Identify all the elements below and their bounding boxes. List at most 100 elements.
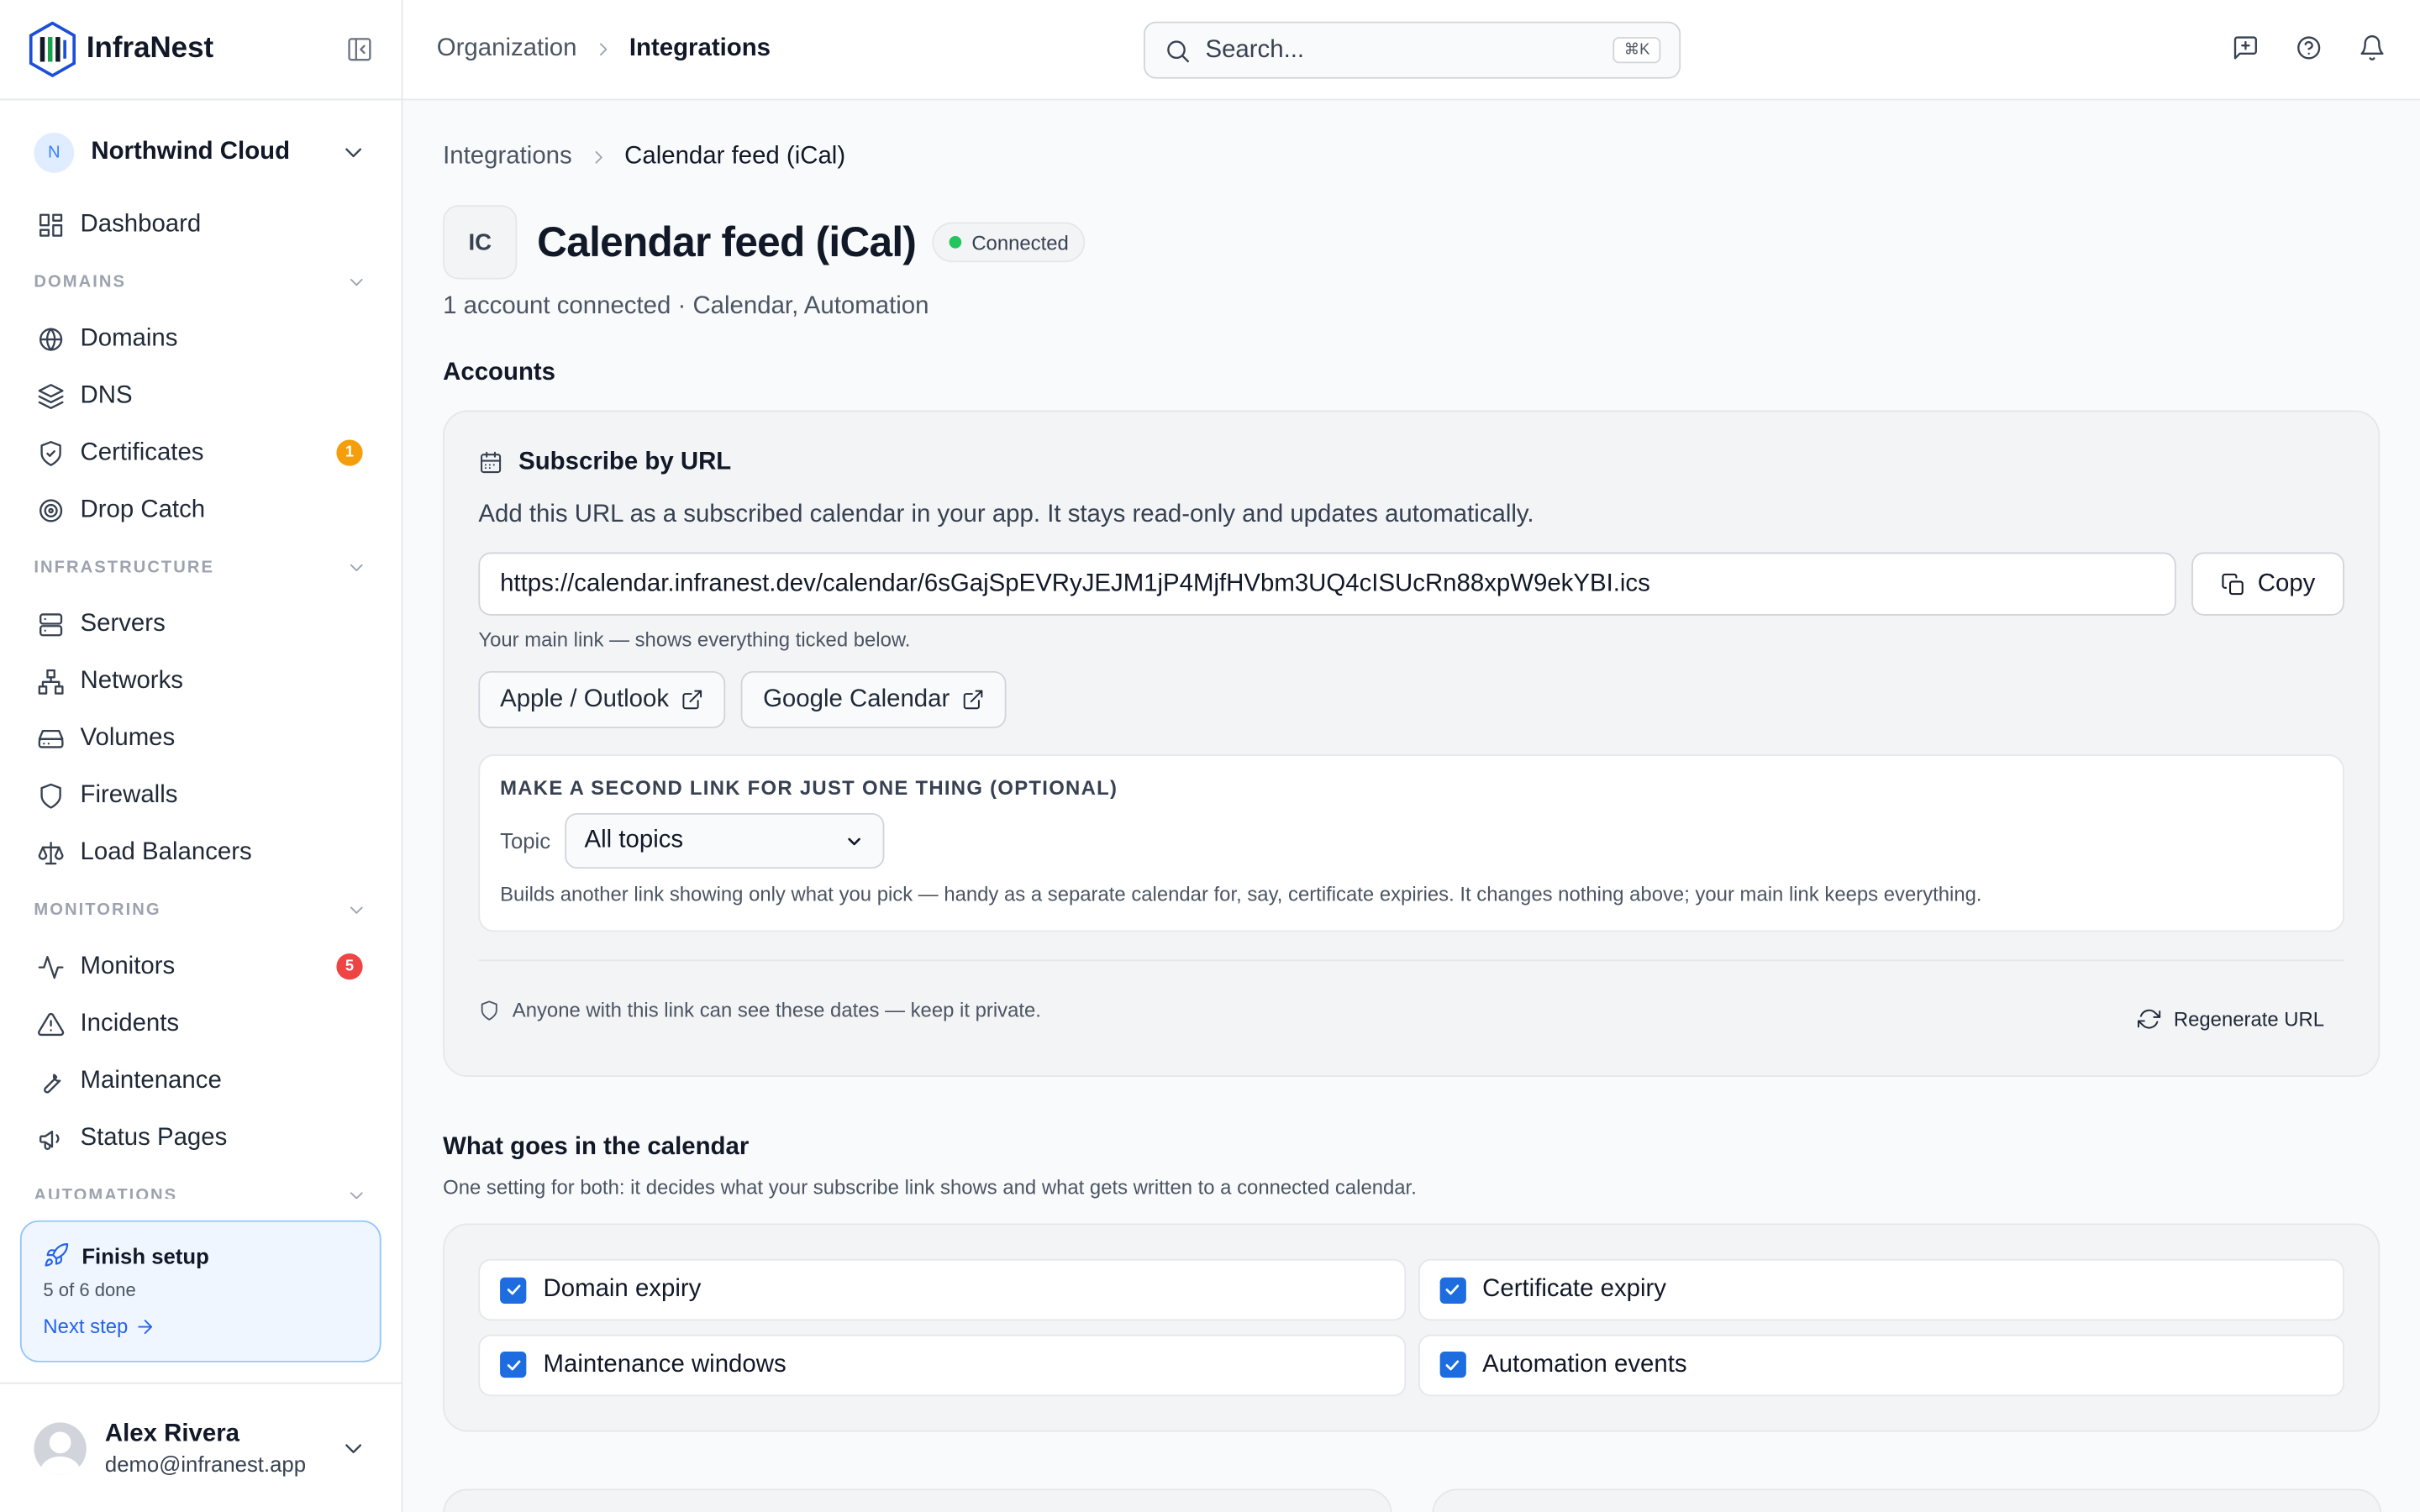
user-name: Alex Rivera — [104, 1420, 240, 1446]
sidebar-item-servers[interactable]: Servers — [0, 596, 402, 653]
megaphone-icon — [39, 1130, 60, 1150]
apple-outlook-button[interactable]: Apple / Outlook — [478, 670, 726, 728]
sidebar-item-certificates[interactable]: Certificates 1 — [0, 424, 402, 481]
search-placeholder: Search... — [1205, 36, 1305, 63]
sidebar-item-drop-catch[interactable]: Drop Catch — [0, 481, 402, 538]
checkbox-checked[interactable] — [500, 1276, 527, 1304]
copy-button[interactable]: Copy — [2191, 552, 2344, 616]
sidebar-item-maintenance[interactable]: Maintenance — [0, 1053, 402, 1110]
breadcrumb-organization[interactable]: Organization — [437, 35, 577, 63]
page-breadcrumb: Integrations Calendar feed (iCal) — [443, 144, 2380, 171]
network-icon — [38, 668, 64, 694]
chevron-down-icon — [350, 278, 363, 286]
help-icon[interactable] — [2295, 34, 2323, 61]
sidebar-item-monitors[interactable]: Monitors 5 — [0, 938, 402, 995]
option-automation-events[interactable]: Automation events — [1418, 1333, 2344, 1396]
option-label: Certificate expiry — [1482, 1275, 1667, 1303]
next-step-link[interactable]: Next step — [43, 1315, 358, 1337]
chevron-down-icon — [847, 837, 860, 845]
sidebar-item-label: Load Balancers — [80, 838, 252, 865]
section-automations[interactable]: AUTOMATIONS — [0, 1167, 402, 1199]
external-link-icon — [964, 690, 984, 710]
calendar-icon — [481, 451, 502, 474]
sidebar-item-dashboard[interactable]: Dashboard — [0, 196, 402, 253]
google-calendar-label: Google Calendar — [763, 685, 950, 712]
sidebar-nav: Dashboard DOMAINS Domains DNS Certificat… — [0, 196, 402, 1199]
arrow-right-icon — [138, 1319, 152, 1334]
sidebar-item-incidents[interactable]: Incidents — [0, 995, 402, 1053]
accounts-heading: Accounts — [443, 359, 556, 386]
activity-icon — [38, 955, 64, 979]
org-switcher[interactable]: N Northwind Cloud — [0, 114, 402, 192]
topic-label: Topic — [500, 828, 551, 853]
sidebar-item-status-pages[interactable]: Status Pages — [0, 1110, 402, 1167]
page-title: Calendar feed (iCal) — [537, 218, 917, 265]
sidebar-item-label: Networks — [80, 667, 183, 694]
regenerate-url-button[interactable]: Regenerate URL — [2138, 1007, 2325, 1031]
sidebar-item-firewalls[interactable]: Firewalls — [0, 767, 402, 824]
section-title: INFRASTRUCTURE — [34, 557, 215, 577]
sidebar-item-label: Monitors — [80, 953, 176, 979]
certificates-badge: 1 — [336, 439, 363, 466]
sidebar-item-volumes[interactable]: Volumes — [0, 710, 402, 767]
checkbox-checked[interactable] — [1439, 1351, 1465, 1378]
chevron-right-icon — [599, 43, 607, 56]
subscribe-description: Add this URL as a subscribed calendar in… — [478, 501, 1534, 528]
status-badge: Connected — [931, 222, 1086, 263]
subscribe-card: Subscribe by URL Add this URL as a subsc… — [443, 410, 2381, 1078]
calendar-contents-heading: What goes in the calendar — [443, 1133, 750, 1161]
lower-card-left — [443, 1488, 1392, 1512]
google-calendar-button[interactable]: Google Calendar — [741, 670, 1007, 728]
alert-triangle-icon — [38, 1012, 65, 1036]
brand-header: InfraNest — [0, 0, 402, 101]
option-label: Automation events — [1482, 1351, 1687, 1378]
user-menu[interactable]: Alex Rivera demo@infranest.app — [0, 1382, 402, 1512]
topic-select[interactable]: All topics — [564, 812, 884, 869]
sidebar-item-networks[interactable]: Networks — [0, 653, 402, 710]
breadcrumb-integrations-link[interactable]: Integrations — [443, 144, 572, 171]
copy-label: Copy — [2257, 570, 2316, 596]
sidebar-item-dns[interactable]: DNS — [0, 367, 402, 424]
option-label: Domain expiry — [543, 1275, 702, 1303]
search-icon — [1167, 39, 1189, 62]
external-link-icon — [683, 690, 702, 710]
section-infrastructure[interactable]: INFRASTRUCTURE — [0, 538, 402, 596]
feedback-icon[interactable] — [2232, 34, 2260, 61]
second-link-note: Builds another link showing only what yo… — [500, 882, 1982, 906]
sidebar-item-domains[interactable]: Domains — [0, 310, 402, 367]
option-maintenance-windows[interactable]: Maintenance windows — [478, 1333, 1406, 1396]
divider — [478, 959, 2344, 962]
chevron-down-icon — [350, 1191, 363, 1199]
refresh-icon — [2138, 1009, 2162, 1029]
option-label: Maintenance windows — [543, 1351, 786, 1378]
shield-icon — [481, 1000, 497, 1020]
second-link-panel: MAKE A SECOND LINK FOR JUST ONE THING (O… — [478, 754, 2344, 932]
org-name: Northwind Cloud — [91, 139, 291, 165]
target-icon — [39, 498, 63, 522]
section-monitoring[interactable]: MONITORING — [0, 881, 402, 938]
search-input[interactable]: Search... ⌘K — [1143, 21, 1681, 79]
sidebar: InfraNest N Northwind Cloud Dashboard DO… — [0, 0, 403, 1512]
sidebar-item-label: Dashboard — [80, 210, 202, 237]
breadcrumb: Organization Integrations — [437, 35, 771, 63]
bell-icon[interactable] — [2358, 34, 2386, 61]
chevron-down-icon — [345, 148, 362, 158]
regenerate-label: Regenerate URL — [2173, 1007, 2325, 1031]
second-link-heading: MAKE A SECOND LINK FOR JUST ONE THING (O… — [500, 775, 1118, 800]
main-content: Integrations Calendar feed (iCal) IC Cal… — [402, 100, 2420, 1512]
checkbox-checked[interactable] — [500, 1351, 527, 1378]
calendar-url-field[interactable]: https://calendar.infranest.dev/calendar/… — [478, 552, 2176, 616]
status-dot — [948, 236, 961, 249]
layers-icon — [38, 383, 64, 409]
checkbox-checked[interactable] — [1439, 1276, 1465, 1304]
dashboard-icon — [39, 213, 63, 236]
collapse-sidebar-icon[interactable] — [345, 35, 373, 63]
sidebar-item-load-balancers[interactable]: Load Balancers — [0, 824, 402, 881]
option-certificate-expiry[interactable]: Certificate expiry — [1418, 1258, 2344, 1321]
section-domains[interactable]: DOMAINS — [0, 253, 402, 310]
sidebar-item-label: Status Pages — [80, 1124, 228, 1151]
option-domain-expiry[interactable]: Domain expiry — [478, 1258, 1406, 1321]
wrench-icon — [44, 1073, 61, 1093]
sidebar-item-label: Incidents — [80, 1010, 180, 1037]
finish-setup-card[interactable]: Finish setup 5 of 6 done Next step — [19, 1220, 381, 1362]
